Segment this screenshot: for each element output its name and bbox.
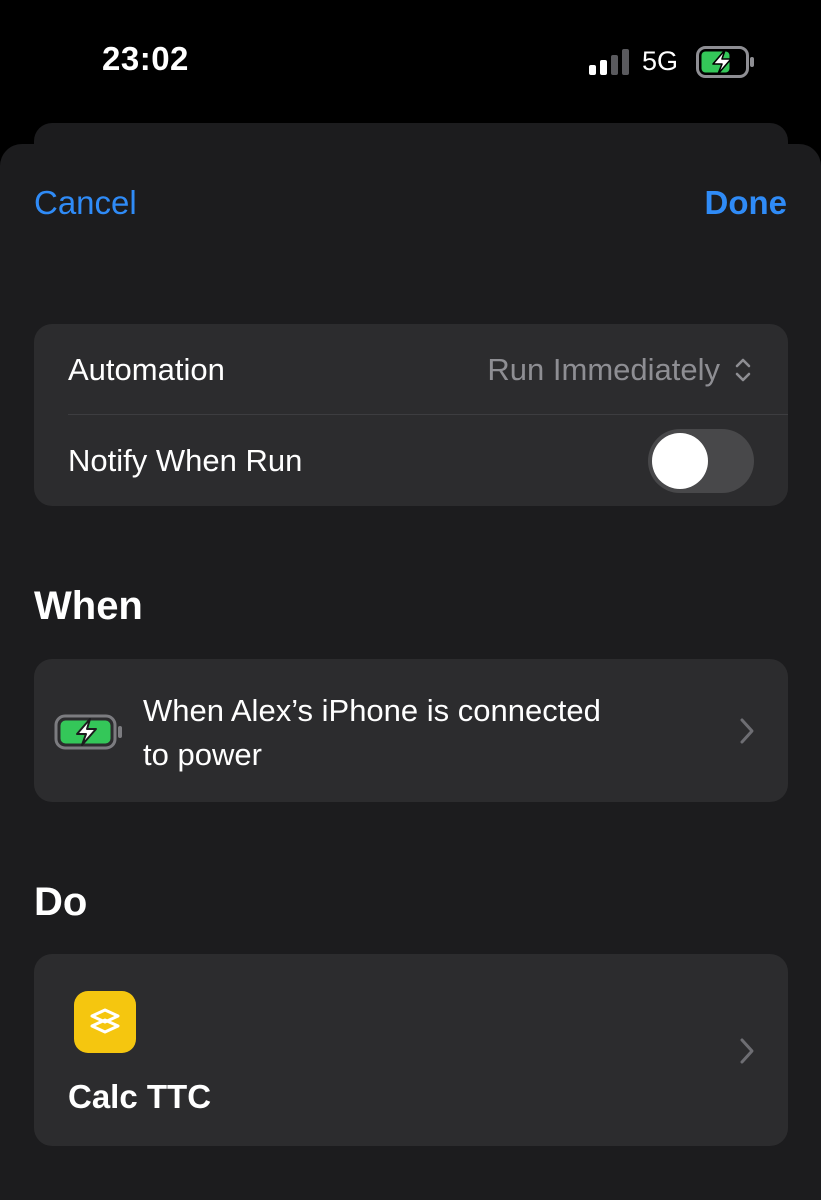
toggle-knob — [652, 433, 708, 489]
shortcut-name: Calc TTC — [68, 1078, 212, 1115]
battery-charging-icon — [696, 46, 754, 78]
trigger-text-line-1: When Alex’s iPhone is connected — [143, 693, 601, 728]
notify-toggle[interactable] — [648, 429, 754, 493]
automation-sheet: Cancel Done Automation Run Immediately N… — [0, 144, 821, 1200]
when-trigger-row[interactable]: When Alex’s iPhone is connected to power — [34, 659, 788, 802]
chevron-right-icon — [740, 718, 754, 744]
shortcut-action-card[interactable]: Calc TTC — [34, 954, 788, 1146]
cancel-button[interactable]: Cancel — [34, 184, 137, 222]
automation-value: Run Immediately — [487, 352, 720, 387]
chevron-up-down-icon — [735, 358, 751, 382]
automation-label: Automation — [68, 352, 225, 387]
notify-label: Notify When Run — [68, 443, 303, 478]
shortcuts-glyph-icon — [90, 1008, 120, 1034]
notify-row: Notify When Run — [34, 415, 788, 505]
trigger-text-line-2: to power — [143, 737, 262, 772]
automation-row[interactable]: Automation Run Immediately — [34, 324, 788, 414]
do-section-title: Do — [34, 880, 88, 924]
trigger-description: When Alex’s iPhone is connected to power — [143, 689, 703, 777]
shortcuts-app-icon — [74, 991, 136, 1053]
when-section-title: When — [34, 584, 143, 628]
automation-settings-group: Automation Run Immediately Notify When R… — [34, 324, 788, 506]
cellular-signal-icon — [589, 49, 631, 75]
done-button[interactable]: Done — [705, 184, 788, 222]
status-time: 23:02 — [102, 40, 189, 77]
battery-charging-icon — [54, 714, 122, 750]
status-bar: 23:02 5G — [0, 0, 821, 120]
network-type: 5G — [642, 46, 679, 76]
chevron-right-icon — [740, 1038, 754, 1064]
